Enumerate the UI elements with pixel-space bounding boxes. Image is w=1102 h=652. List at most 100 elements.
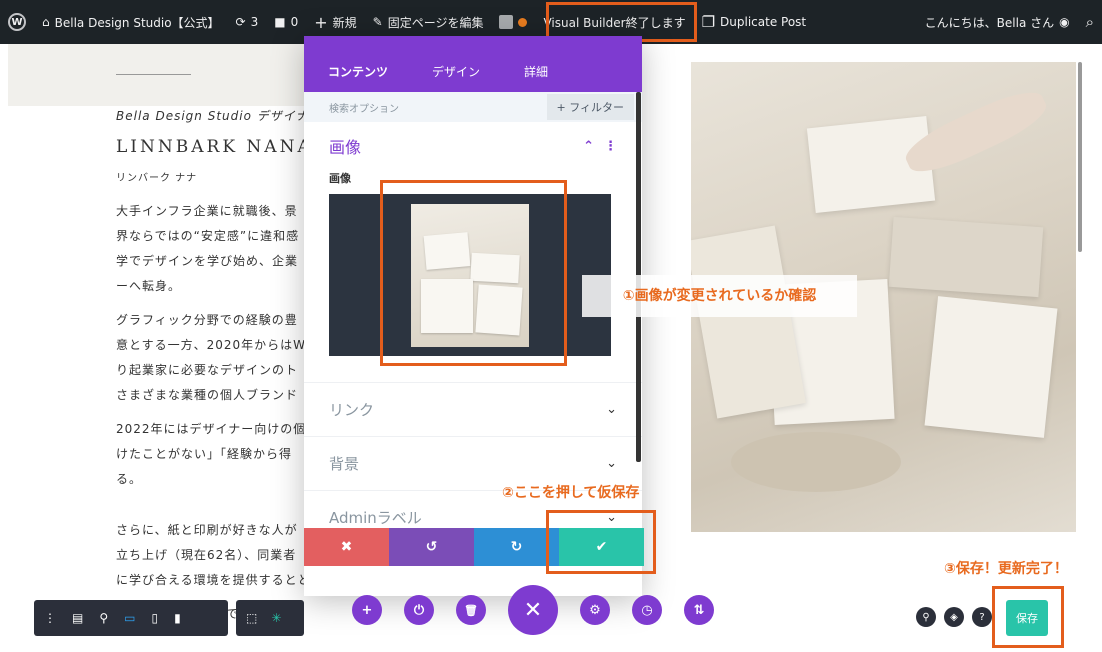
history-icon: ◷: [641, 602, 653, 618]
sort-icon: ⇅: [693, 602, 705, 618]
toggle-admin-label-title: Adminラベル: [329, 509, 422, 527]
add-module-button[interactable]: +: [352, 595, 382, 625]
layers-view-button[interactable]: ◈: [944, 607, 964, 627]
options-search-input[interactable]: 検索オプション: [329, 100, 399, 115]
text-line: る。: [116, 472, 143, 486]
text-line: 意とする一方、2020年からはW: [116, 338, 306, 352]
zoom-small-icon: ⚲: [922, 611, 930, 623]
annotation-step3: ③保存！更新完了！: [944, 561, 1068, 577]
text-line: ーへ転身。: [116, 279, 182, 293]
site-name: Bella Design Studio【公式】: [54, 15, 220, 30]
wireframe-icon[interactable]: ⬚: [246, 611, 257, 625]
desktop-view-icon[interactable]: ▭: [124, 611, 135, 625]
my-account-menu[interactable]: こんにちは、Bella さん ◉: [917, 0, 1078, 44]
undo-button[interactable]: ↺: [389, 528, 474, 566]
bio-paragraph: 2022年にはデザイナー向けの個 けたことがない」「経験から得 る。: [116, 417, 306, 492]
greeting: こんにちは、Bella さん: [924, 15, 1055, 30]
tab-content[interactable]: コンテンツ: [328, 63, 388, 80]
profile-kana: リンバーク ナナ: [116, 173, 198, 184]
more-options-icon[interactable]: ⋮: [604, 139, 617, 154]
page-settings-button[interactable]: ⚙: [580, 595, 610, 625]
tab-advanced[interactable]: 詳細: [524, 63, 548, 80]
duplicate-post-menu[interactable]: ❐ Duplicate Post: [694, 0, 815, 44]
layers-icon[interactable]: ▤: [72, 611, 83, 625]
pencil-icon: ✎: [372, 15, 383, 29]
close-builder-button[interactable]: ✕: [508, 585, 558, 635]
toggle-link-title: リンク: [329, 401, 375, 419]
image-change-highlight: [380, 180, 567, 366]
edit-page-label: 固定ページを編集: [387, 15, 484, 30]
tablet-view-icon[interactable]: ▯: [151, 611, 158, 625]
admin-search-button[interactable]: ⌕: [1078, 0, 1102, 44]
options-search-bar: 検索オプション + フィルター: [304, 92, 642, 122]
portability-button[interactable]: ⇅: [684, 595, 714, 625]
duplicate-post-label: Duplicate Post: [720, 15, 807, 29]
portability-power-button[interactable]: ⏻: [404, 595, 434, 625]
search-icon: ⌕: [1085, 13, 1094, 31]
close-icon: ✖: [340, 539, 353, 555]
wp-logo-menu[interactable]: W: [0, 0, 34, 44]
comments-menu[interactable]: ■ 0: [266, 0, 306, 44]
text-line: さまざまな業種の個人ブランド: [116, 388, 299, 402]
duplicate-icon: ❐: [701, 13, 716, 31]
text-line: り起業家に必要なデザインのト: [116, 363, 299, 377]
menu-icon[interactable]: ⋮: [44, 611, 56, 625]
layers-small-icon: ◈: [950, 611, 958, 623]
plus-icon: +: [314, 12, 328, 32]
redo-icon: ↻: [510, 539, 523, 555]
status-dot-icon: [518, 17, 528, 27]
comments-count: 0: [290, 15, 299, 29]
comments-icon: ■: [274, 15, 286, 29]
chevron-up-icon[interactable]: ⌃: [583, 139, 594, 154]
view-modes-toolbar: ⋮ ▤ ⚲ ▭ ▯ ▮: [34, 600, 228, 636]
profile-article: Bella Design Studio デザイナ LINNBARK NANA リ…: [116, 104, 306, 492]
page-scrollbar[interactable]: [1078, 62, 1082, 252]
phone-view-icon[interactable]: ▮: [174, 611, 181, 625]
trash-icon: 🗑: [464, 603, 478, 617]
close-icon: ✕: [523, 597, 543, 623]
page-controls: + ⏻ 🗑 ✕ ⚙ ◷ ⇅: [352, 585, 714, 635]
text-line: 2022年にはデザイナー向けの個: [116, 422, 306, 436]
undo-icon: ↺: [425, 539, 438, 555]
bio-paragraph: グラフィック分野での経験の豊 意とする一方、2020年からはW り起業家に必要な…: [116, 308, 306, 408]
discard-button[interactable]: ✖: [304, 528, 389, 566]
history-button[interactable]: ◷: [632, 595, 662, 625]
updates-count: 3: [250, 15, 259, 29]
profile-name: LINNBARK NANA: [116, 137, 306, 157]
site-name-menu[interactable]: ⌂ Bella Design Studio【公式】: [34, 0, 228, 44]
chevron-down-icon: ⌄: [606, 456, 617, 471]
search-modules-button[interactable]: ⚲: [916, 607, 936, 627]
annotation-step2: ②ここを押して仮保存: [502, 485, 640, 501]
bio-paragraph: 大手インフラ企業に就職後、景 界ならではの“安定感”に違和感 学でデザインを学び…: [116, 199, 306, 299]
zoom-icon[interactable]: ⚲: [99, 611, 108, 625]
chevron-down-icon: ⌄: [606, 402, 617, 417]
image-section-header[interactable]: 画像 ⌃ ⋮: [329, 122, 617, 170]
header-block: [8, 44, 308, 106]
gear-icon: ⚙: [589, 602, 601, 618]
divider: [116, 74, 191, 75]
wordpress-icon: W: [8, 13, 26, 31]
plus-icon: +: [361, 602, 373, 618]
power-icon: ⏻: [413, 602, 425, 618]
text-line: けたことがない」「経験から得: [116, 447, 293, 461]
seo-icon: [499, 15, 514, 29]
new-label: 新規: [332, 15, 357, 30]
save-page-button[interactable]: 保存: [1006, 600, 1048, 636]
help-button[interactable]: ?: [972, 607, 992, 627]
image-section-title: 画像: [329, 138, 362, 157]
annotation-step1: ①画像が変更されているか確認: [582, 275, 857, 317]
toggle-background-title: 背景: [329, 455, 360, 473]
mode-toolbar: ⬚ ✳: [236, 600, 304, 636]
updates-menu[interactable]: ⟳ 3: [228, 0, 267, 44]
tab-design[interactable]: デザイン: [432, 63, 480, 80]
text-line: 界ならではの“安定感”に違和感: [116, 229, 300, 243]
help-icon: ?: [979, 611, 985, 623]
text-line: 学でデザインを学び始め、企業: [116, 254, 299, 268]
save-changes-highlight: [546, 510, 656, 574]
site-icon: ⌂: [42, 15, 50, 29]
toggle-link[interactable]: リンク ⌄: [304, 382, 642, 436]
clear-layout-button[interactable]: 🗑: [456, 595, 486, 625]
text-line: 大手インフラ企業に就職後、景: [116, 204, 298, 218]
click-mode-icon[interactable]: ✳: [271, 611, 281, 625]
add-filter-button[interactable]: + フィルター: [546, 94, 634, 120]
